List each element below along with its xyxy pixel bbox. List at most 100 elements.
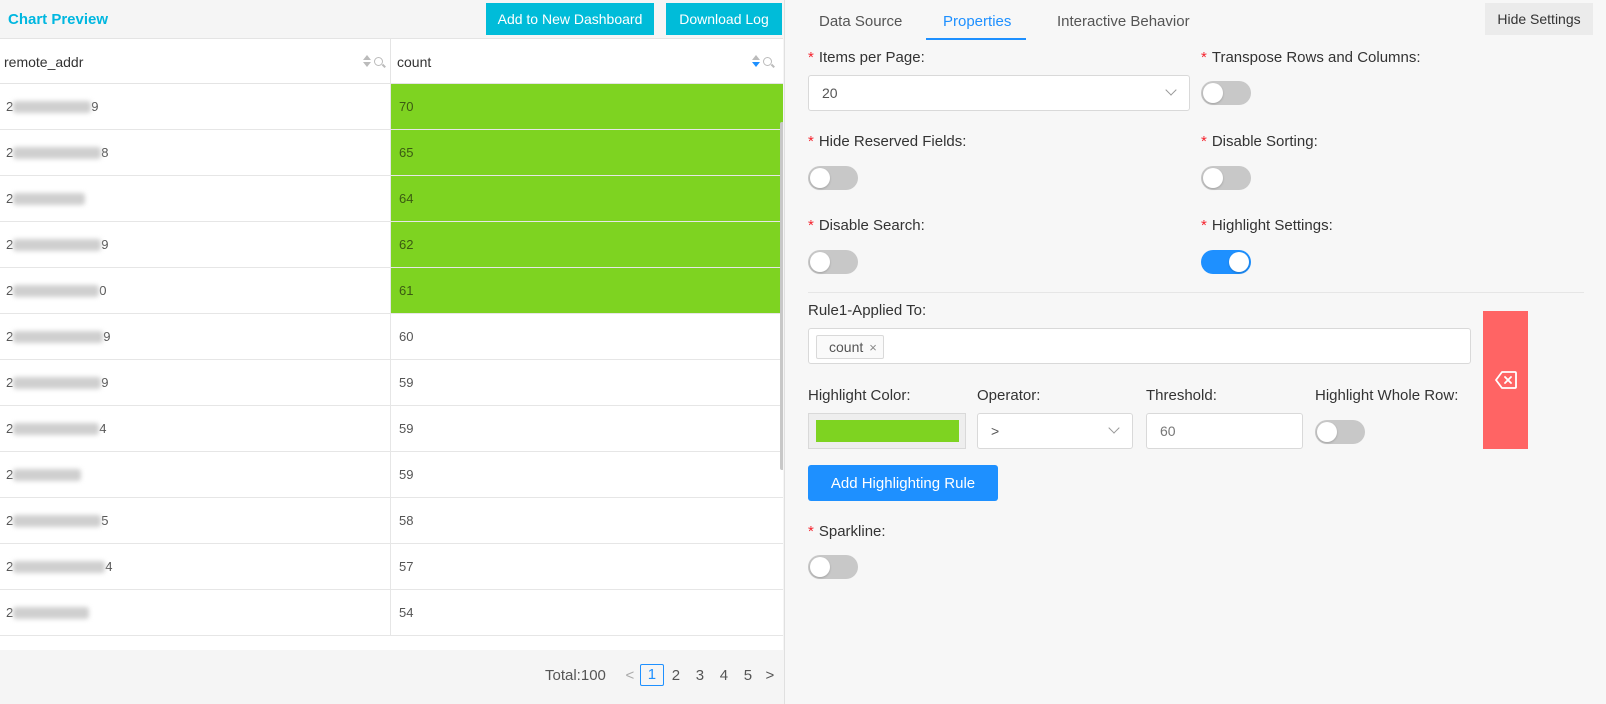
column-header-remote-addr[interactable]: remote_addr <box>0 39 391 85</box>
table-row: 2 9 70 <box>0 84 783 130</box>
redacted-value <box>13 192 86 205</box>
column-header-label: remote_addr <box>4 54 84 70</box>
addr-prefix: 2 <box>6 513 14 528</box>
addr-prefix: 2 <box>6 329 14 344</box>
redacted-value <box>13 468 82 481</box>
remote-addr-cell: 24 <box>0 544 391 589</box>
table-scrollbar[interactable] <box>780 122 783 470</box>
remote-addr-cell: 2 <box>0 452 391 497</box>
table-row: 2 8 65 <box>0 130 783 176</box>
count-cell: 65 <box>391 130 783 175</box>
color-swatch <box>816 420 959 442</box>
rule1-applied-to-input[interactable]: count × <box>808 328 1471 364</box>
remote-addr-cell: 25 <box>0 498 391 543</box>
sort-search-controls <box>752 55 772 67</box>
column-header-count[interactable]: count <box>391 39 783 85</box>
highlight-settings-toggle[interactable] <box>1201 250 1251 274</box>
count-cell: 62 <box>391 222 783 267</box>
tab-properties[interactable]: Properties <box>943 13 1011 30</box>
redacted-value <box>13 514 102 527</box>
page-2-button[interactable]: 2 <box>664 667 688 684</box>
chevron-down-icon <box>1108 422 1120 434</box>
count-cell: 61 <box>391 268 783 313</box>
remote-addr-cell: 29 <box>0 314 391 359</box>
highlight-whole-row-toggle[interactable] <box>1315 420 1365 444</box>
table-row: 2 64 <box>0 176 783 222</box>
hide-reserved-fields-label: * Hide Reserved Fields: <box>808 133 967 150</box>
prev-page-button[interactable]: < <box>620 667 640 684</box>
operator-select[interactable]: > <box>977 413 1133 449</box>
addr-prefix: 2 <box>6 375 14 390</box>
addr-suffix: 9 <box>103 329 111 344</box>
next-page-button[interactable]: > <box>760 667 780 684</box>
table-row: 2 9 62 <box>0 222 783 268</box>
table-row: 2 4 59 <box>0 406 783 452</box>
tab-data-source[interactable]: Data Source <box>819 13 902 30</box>
search-icon[interactable] <box>374 56 383 66</box>
disable-sorting-toggle[interactable] <box>1201 166 1251 190</box>
addr-suffix: 9 <box>101 375 109 390</box>
remote-addr-cell: 28 <box>0 130 391 175</box>
tab-interactive-behavior[interactable]: Interactive Behavior <box>1057 13 1190 30</box>
redacted-value <box>13 606 90 619</box>
remote-addr-cell: 29 <box>0 84 391 129</box>
active-tab-indicator <box>926 38 1026 40</box>
transpose-label: * Transpose Rows and Columns: <box>1201 49 1421 66</box>
addr-suffix: 9 <box>91 99 99 114</box>
highlight-whole-row-label: Highlight Whole Row: <box>1315 387 1459 404</box>
hide-reserved-fields-toggle[interactable] <box>808 166 858 190</box>
search-icon[interactable] <box>763 56 772 66</box>
count-cell: 64 <box>391 176 783 221</box>
download-log-button[interactable]: Download Log <box>666 3 782 35</box>
table-header: remote_addr count <box>0 38 783 85</box>
page-5-button[interactable]: 5 <box>736 667 760 684</box>
add-highlighting-rule-button[interactable]: Add Highlighting Rule <box>808 465 998 501</box>
sort-search-controls <box>363 55 383 67</box>
count-cell: 70 <box>391 84 783 129</box>
remove-tag-icon[interactable]: × <box>869 340 877 355</box>
table-row: 2 9 60 <box>0 314 783 360</box>
remote-addr-cell: 29 <box>0 222 391 267</box>
sort-icon[interactable] <box>363 55 372 67</box>
table-row: 2 5 58 <box>0 498 783 544</box>
redacted-value <box>13 376 102 389</box>
transpose-toggle[interactable] <box>1201 81 1251 105</box>
addr-prefix: 2 <box>6 237 14 252</box>
rule1-applied-to-label: Rule1-Applied To: <box>808 302 927 319</box>
disable-sorting-label: * Disable Sorting: <box>1201 133 1318 150</box>
sparkline-label: * Sparkline: <box>808 523 886 540</box>
table-row: 2 54 <box>0 590 783 636</box>
table-row: 2 0 61 <box>0 268 783 314</box>
page-3-button[interactable]: 3 <box>688 667 712 684</box>
items-per-page-label: * Items per Page: <box>808 49 925 66</box>
disable-search-toggle[interactable] <box>808 250 858 274</box>
add-to-new-dashboard-button[interactable]: Add to New Dashboard <box>486 3 654 35</box>
count-cell: 60 <box>399 329 414 344</box>
addr-suffix: 8 <box>101 145 109 160</box>
table-row: 2 9 59 <box>0 360 783 406</box>
sort-icon[interactable] <box>752 55 761 67</box>
addr-prefix: 2 <box>6 559 14 574</box>
highlight-color-picker[interactable] <box>808 413 966 449</box>
threshold-input[interactable]: 60 <box>1146 413 1303 449</box>
hide-settings-button[interactable]: Hide Settings <box>1485 3 1593 35</box>
delete-rule-button[interactable] <box>1483 311 1528 449</box>
page-1-button[interactable]: 1 <box>639 664 664 686</box>
redacted-value <box>13 238 102 251</box>
operator-label: Operator: <box>977 387 1041 404</box>
column-header-label: count <box>397 54 432 70</box>
total-count: Total:100 <box>545 666 606 684</box>
addr-prefix: 2 <box>6 145 14 160</box>
threshold-label: Threshold: <box>1146 387 1217 404</box>
addr-prefix: 2 <box>6 283 14 298</box>
addr-suffix: 0 <box>99 283 107 298</box>
remote-addr-cell: 2 <box>0 176 391 221</box>
chart-preview-title: Chart Preview <box>8 11 109 28</box>
items-per-page-select[interactable]: 20 <box>808 75 1190 111</box>
table-row: 2 59 <box>0 452 783 498</box>
sparkline-toggle[interactable] <box>808 555 858 579</box>
page-4-button[interactable]: 4 <box>712 667 736 684</box>
count-cell: 58 <box>399 513 414 528</box>
count-cell: 59 <box>399 421 414 436</box>
chevron-down-icon <box>1165 84 1177 96</box>
